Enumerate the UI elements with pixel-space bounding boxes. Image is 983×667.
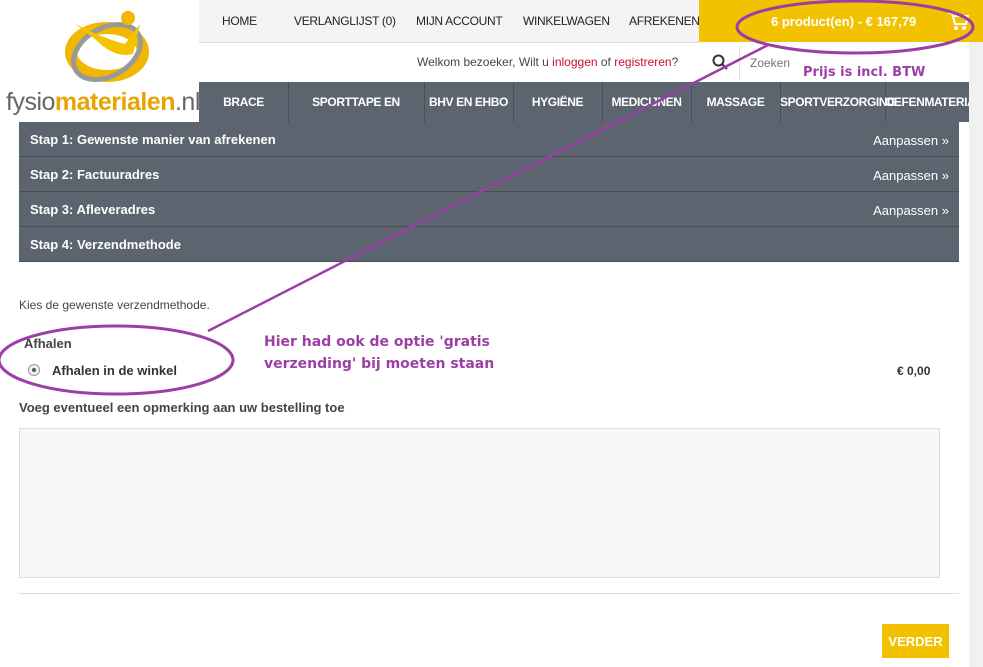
note-title: Voeg eventueel een opmerking aan uw best…	[19, 400, 345, 415]
cart-summary-bar[interactable]: 6 product(en) - € 167,79	[699, 0, 983, 42]
step-2[interactable]: Stap 2: Factuuradres Aanpassen »	[19, 157, 959, 192]
shipping-intro: Kies de gewenste verzendmethode.	[19, 298, 210, 312]
step-label: Stap 4: Verzendmethode	[30, 237, 181, 252]
logo-icon	[65, 11, 149, 82]
category-hygiene[interactable]: HYGIËNE	[513, 82, 603, 122]
step-4: Stap 4: Verzendmethode	[19, 227, 959, 262]
nav-cart[interactable]: WINKELWAGEN	[523, 14, 610, 28]
login-link[interactable]: inloggen	[552, 55, 597, 69]
shipping-option[interactable]: Afhalen in de winkel	[28, 363, 177, 381]
shipping-option-price: € 0,00	[897, 364, 931, 378]
step-label: Stap 2: Factuuradres	[30, 167, 160, 182]
shipping-section-title: Afhalen	[24, 336, 72, 351]
edit-step-button[interactable]: Aanpassen »	[873, 203, 949, 218]
nav-account[interactable]: MIJN ACCOUNT	[416, 14, 503, 28]
edit-step-button[interactable]: Aanpassen »	[873, 168, 949, 183]
nav-home[interactable]: HOME	[222, 14, 257, 28]
category-sportverzorging[interactable]: SPORTVERZORGING	[780, 82, 896, 122]
page-scrollbar[interactable]	[969, 42, 983, 667]
checkout-steps: Stap 1: Gewenste manier van afrekenen Aa…	[19, 122, 959, 262]
cart-icon[interactable]	[947, 11, 969, 31]
shipping-option-label[interactable]: Afhalen in de winkel	[52, 363, 177, 378]
annotation-price-note: Prijs is incl. BTW	[803, 65, 926, 80]
nav-checkout[interactable]: AFREKENEN	[629, 14, 700, 28]
order-note-field[interactable]	[19, 428, 940, 578]
category-navigation: BRACE SPORTTAPE EN BANDAGES BHV EN EHBO …	[199, 82, 983, 149]
search-icon[interactable]	[712, 54, 728, 70]
step-label: Stap 1: Gewenste manier van afrekenen	[30, 132, 276, 147]
annotation-shipping-note: Hier had ook de optie 'gratis verzending…	[264, 334, 495, 372]
category-bhv-ehbo[interactable]: BHV EN EHBO	[424, 82, 514, 122]
shipping-radio[interactable]	[28, 364, 40, 376]
welcome-message: Welkom bezoeker, Wilt u inloggen of regi…	[417, 55, 679, 69]
top-navigation: HOME VERLANGLIJST (0) MIJN ACCOUNT WINKE…	[199, 0, 700, 43]
logo-wordmark: fysiomaterialen.nl	[6, 88, 200, 116]
category-massage[interactable]: MASSAGE	[691, 82, 781, 122]
cart-summary[interactable]: 6 product(en) - € 167,79	[771, 14, 916, 29]
step-3[interactable]: Stap 3: Afleveradres Aanpassen »	[19, 192, 959, 227]
register-link[interactable]: registreren	[614, 55, 671, 69]
site-logo[interactable]: fysiomaterialen.nl	[0, 0, 200, 122]
category-sporttape[interactable]: SPORTTAPE EN BANDAGES	[288, 82, 425, 149]
edit-step-button[interactable]: Aanpassen »	[873, 133, 949, 148]
continue-button[interactable]: VERDER	[882, 624, 949, 658]
step-label: Stap 3: Afleveradres	[30, 202, 156, 217]
divider	[19, 593, 959, 594]
category-medicijnen[interactable]: MEDICIJNEN	[602, 82, 692, 122]
nav-wishlist[interactable]: VERLANGLIJST (0)	[294, 14, 396, 28]
category-brace[interactable]: BRACE	[199, 82, 289, 122]
step-1[interactable]: Stap 1: Gewenste manier van afrekenen Aa…	[19, 122, 959, 157]
